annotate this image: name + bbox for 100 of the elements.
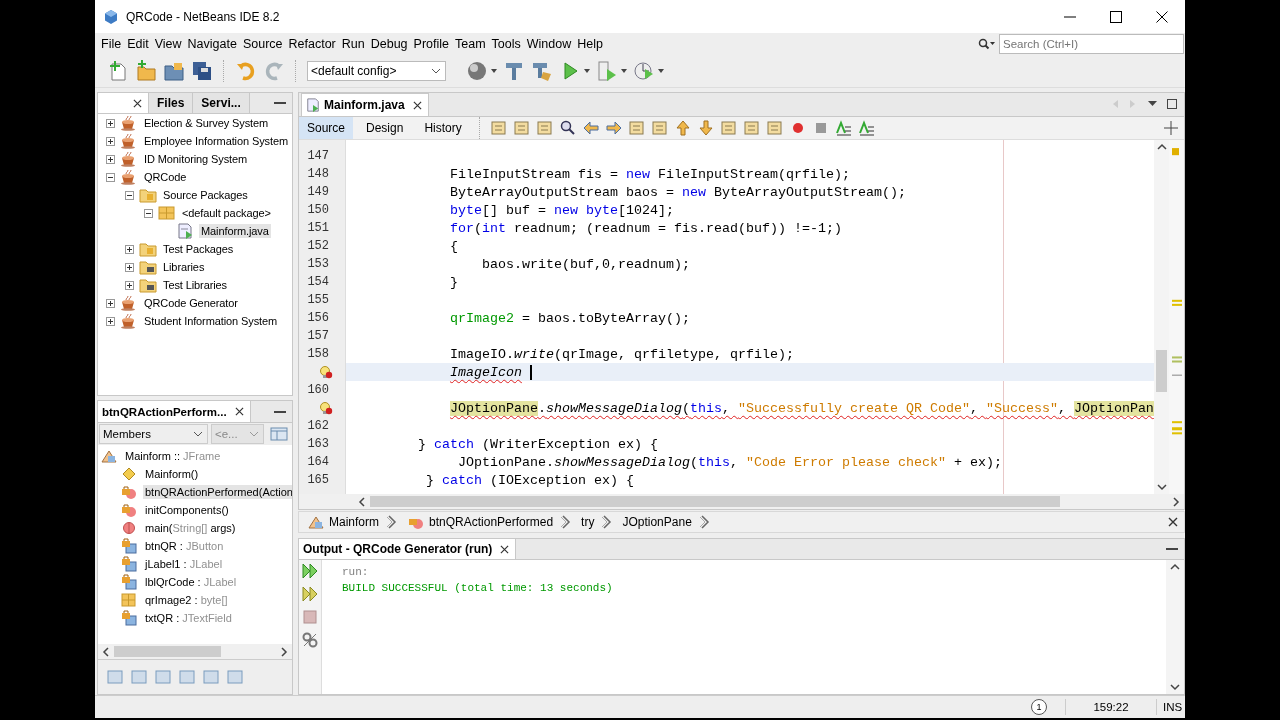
scroll-down-icon[interactable] <box>1156 483 1167 491</box>
collapse-icon[interactable] <box>125 190 134 200</box>
menu-item[interactable]: File <box>98 37 125 51</box>
settings-icon[interactable] <box>301 631 319 649</box>
menu-item[interactable]: Tools <box>488 37 524 51</box>
layout-icon[interactable] <box>270 426 288 442</box>
members-dropdown[interactable]: Members <box>99 424 208 444</box>
tree-item[interactable]: ID Monitoring System <box>142 152 250 166</box>
member-item[interactable]: txtQR : JTextField <box>143 611 234 625</box>
maximize-icon[interactable] <box>1110 10 1122 23</box>
caret-icon[interactable] <box>584 69 590 73</box>
menu-item[interactable]: Debug <box>367 37 411 51</box>
menu-item[interactable]: Window <box>523 37 575 51</box>
minimize-icon[interactable] <box>1064 15 1076 18</box>
gauge-icon[interactable] <box>633 60 655 82</box>
tree-item[interactable]: Election & Survey System <box>142 116 271 130</box>
menu-item[interactable]: Refactor <box>285 37 339 51</box>
view-tab[interactable]: History <box>416 117 470 139</box>
error-bulb-icon[interactable] <box>319 401 333 415</box>
close-icon[interactable] <box>1156 10 1168 23</box>
panel-tab[interactable]: btnQRActionPerform... <box>98 401 251 422</box>
uncomment-icon[interactable] <box>857 119 876 137</box>
member-item[interactable]: main(String[] args) <box>143 521 238 535</box>
output-tab[interactable]: Output - QRCode Generator (run) <box>299 539 517 559</box>
search-field[interactable]: Search (Ctrl+I) <box>999 34 1184 54</box>
stop-icon[interactable] <box>301 608 319 626</box>
previous-icon[interactable] <box>581 119 600 137</box>
view-tab[interactable]: Design <box>358 117 412 139</box>
menu-item[interactable]: Navigate <box>184 37 240 51</box>
scroll-left-icon[interactable] <box>102 646 110 657</box>
tree-item[interactable]: QRCode <box>142 170 189 184</box>
breadcrumb-item[interactable]: JOptionPane <box>622 515 692 529</box>
menu-item[interactable]: Run <box>338 37 368 51</box>
breadcrumb-item[interactable]: Mainform <box>329 515 379 529</box>
panel-tab[interactable]: Files <box>149 93 194 113</box>
new-folder-icon[interactable] <box>135 60 157 82</box>
tree-item[interactable]: Student Information System <box>142 314 280 328</box>
tree-item[interactable]: <default package> <box>180 206 273 220</box>
expand-icon[interactable] <box>125 262 134 272</box>
menu-item[interactable]: Help <box>574 37 606 51</box>
expand-icon[interactable] <box>125 280 134 290</box>
globe-icon[interactable] <box>466 60 488 82</box>
tree-item[interactable]: Mainform.java <box>199 224 271 238</box>
breadcrumb-item[interactable]: btnQRActionPerformed <box>429 515 554 529</box>
member-item[interactable]: Mainform() <box>143 467 201 481</box>
member-item[interactable]: jLabel1 : JLabel <box>143 557 225 571</box>
config-dropdown[interactable]: <default config> <box>307 61 446 81</box>
tree-item[interactable]: QRCode Generator <box>142 296 240 310</box>
scroll-left-icon[interactable] <box>358 496 366 507</box>
expand-icon[interactable] <box>106 118 115 128</box>
vertical-scrollbar[interactable] <box>1154 140 1169 494</box>
down-icon[interactable] <box>696 119 715 137</box>
close-icon[interactable] <box>1168 517 1178 527</box>
scroll-down-icon[interactable] <box>1170 683 1180 691</box>
scroll-thumb[interactable] <box>1156 350 1167 392</box>
expand-icon[interactable] <box>106 316 115 326</box>
scroll-up-icon[interactable] <box>1156 143 1167 151</box>
search-icon[interactable] <box>558 119 577 137</box>
close-icon[interactable] <box>234 407 244 416</box>
tree-item[interactable]: Employee Information System <box>142 134 291 148</box>
close-icon[interactable] <box>412 100 422 110</box>
hammer-icon[interactable] <box>503 60 525 82</box>
panel-tab[interactable]: Servi... <box>193 93 250 113</box>
horizontal-scrollbar[interactable] <box>299 494 1184 509</box>
comment-icon[interactable] <box>834 119 853 137</box>
new-file-icon[interactable] <box>107 60 129 82</box>
member-item[interactable]: lblQrCode : JLabel <box>143 575 239 589</box>
scroll-right-icon[interactable] <box>1172 496 1180 507</box>
menu-item[interactable]: View <box>151 37 185 51</box>
scroll-up-icon[interactable] <box>1170 563 1180 571</box>
view-tab[interactable]: Source <box>299 117 354 139</box>
hammer-broom-icon[interactable] <box>531 60 553 82</box>
next-icon[interactable] <box>604 119 623 137</box>
expand-icon[interactable] <box>125 244 134 254</box>
rerun-icon[interactable] <box>301 585 319 603</box>
horizontal-scrollbar[interactable] <box>98 644 292 659</box>
caret-icon[interactable] <box>658 69 664 73</box>
menu-item[interactable]: Edit <box>124 37 152 51</box>
tree-item[interactable]: Test Libraries <box>161 278 229 292</box>
member-item[interactable]: btnQR : JButton <box>143 539 226 553</box>
search-icon[interactable] <box>978 38 996 50</box>
member-item[interactable]: btnQRActionPerformed(Action <box>143 485 292 499</box>
member-item[interactable]: initComponents() <box>143 503 231 517</box>
scroll-right-icon[interactable] <box>280 646 288 657</box>
minimize-icon[interactable] <box>274 410 286 413</box>
editor-tab[interactable]: Mainform.java <box>301 93 429 116</box>
folder-icon[interactable] <box>163 60 185 82</box>
collapse-icon[interactable] <box>106 172 115 182</box>
expand-icon[interactable] <box>106 136 115 146</box>
tree-item[interactable]: Source Packages <box>161 188 250 202</box>
breadcrumb-item[interactable]: try <box>581 515 595 529</box>
tree-item[interactable]: Test Packages <box>161 242 236 256</box>
notification-badge[interactable]: 1 <box>1031 699 1047 715</box>
caret-icon[interactable] <box>621 69 627 73</box>
menu-item[interactable]: Team <box>452 37 489 51</box>
close-icon[interactable] <box>133 98 142 108</box>
split-icon[interactable] <box>1162 119 1180 137</box>
member-item[interactable]: qrImage2 : byte[] <box>143 593 230 607</box>
expand-icon[interactable] <box>106 154 115 164</box>
close-icon[interactable] <box>500 544 510 554</box>
